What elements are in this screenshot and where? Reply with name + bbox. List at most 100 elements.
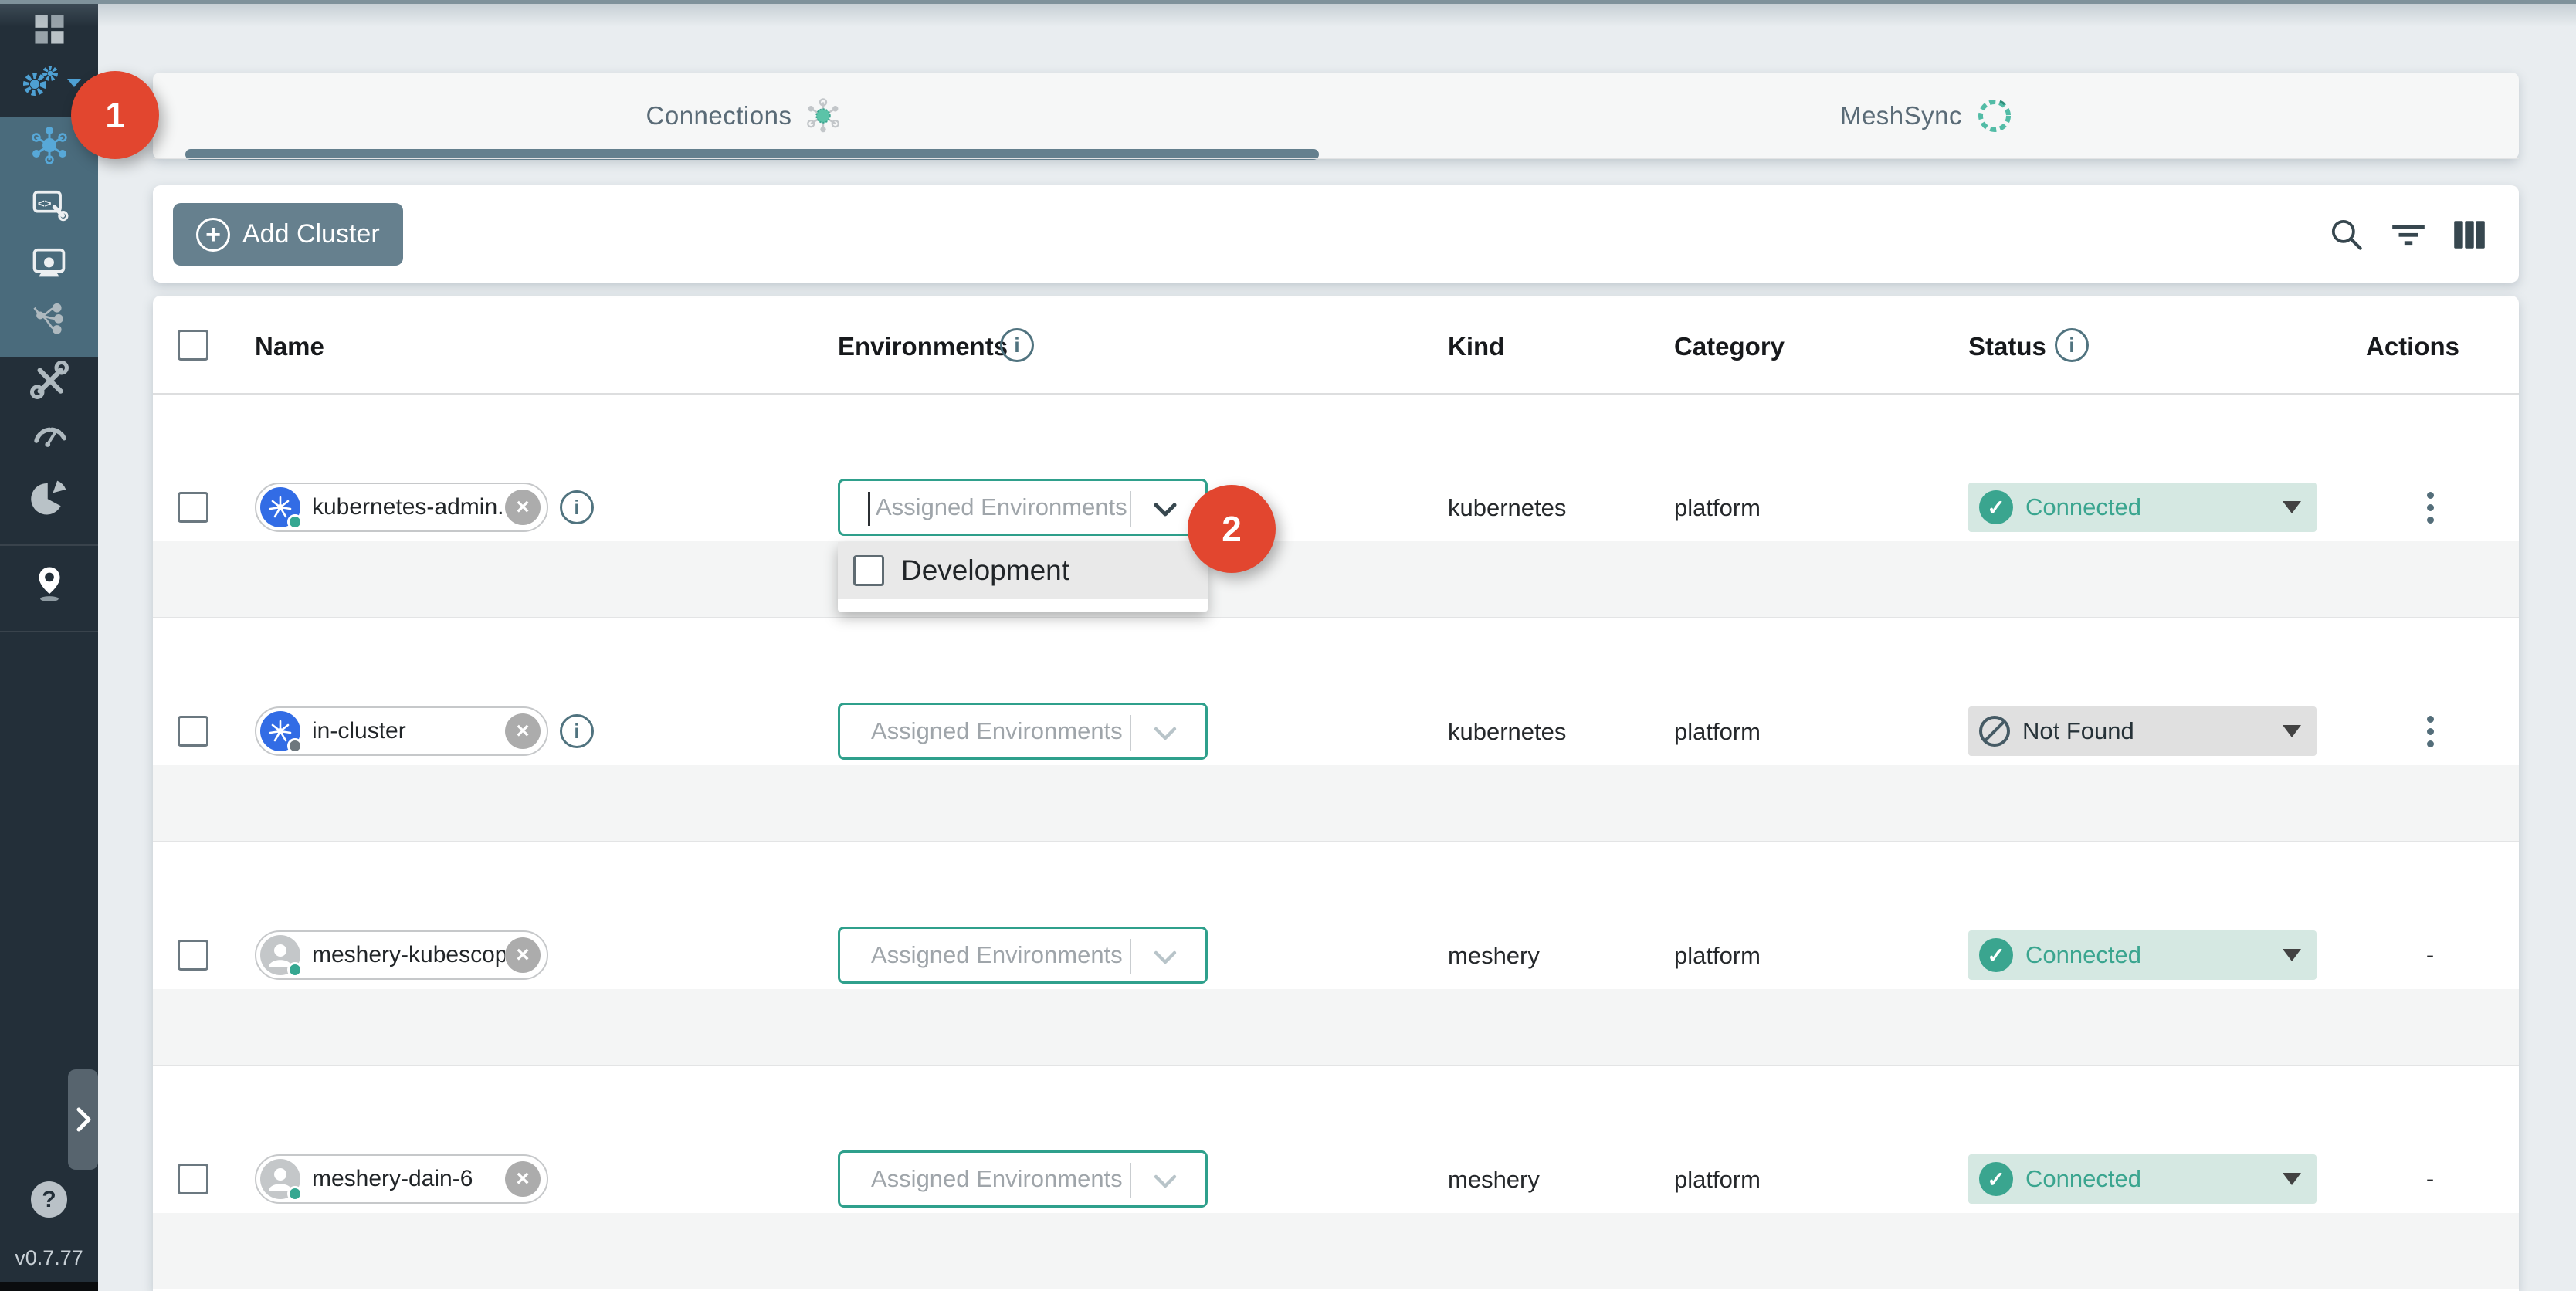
column-header-kind: Kind bbox=[1448, 332, 1504, 361]
chevron-right-icon bbox=[75, 1106, 92, 1133]
row-actions-menu-button[interactable] bbox=[2422, 487, 2439, 528]
select-divider bbox=[1130, 1163, 1131, 1198]
sidebar-item-toolkit[interactable] bbox=[0, 357, 98, 403]
status-dropdown-connected[interactable]: ✓ Connected bbox=[1968, 483, 2317, 532]
kubernetes-logo-icon bbox=[260, 711, 300, 751]
connection-name: in-cluster bbox=[312, 718, 505, 744]
crossed-wrenches-icon bbox=[29, 359, 70, 401]
connection-state-dot bbox=[287, 962, 303, 978]
tab-connections[interactable]: Connections bbox=[153, 73, 1336, 159]
check-circle-icon: ✓ bbox=[1979, 938, 2013, 972]
tab-meshsync[interactable]: MeshSync bbox=[1336, 73, 2519, 159]
triangle-down-icon bbox=[2283, 725, 2301, 737]
user-avatar-icon bbox=[260, 935, 300, 975]
connection-chip[interactable]: meshery-dain-6 × bbox=[255, 1154, 548, 1204]
kind-cell: meshery bbox=[1448, 942, 1540, 970]
pipeline-icon bbox=[29, 300, 69, 341]
speedometer-icon bbox=[29, 415, 70, 453]
select-divider bbox=[1130, 491, 1131, 527]
sidebar-item-extensions[interactable] bbox=[0, 474, 98, 520]
no-actions-dash: - bbox=[2426, 1165, 2434, 1193]
remove-connection-icon[interactable]: × bbox=[505, 937, 541, 973]
table-row: in-cluster × i kubernetes platform Not F… bbox=[153, 620, 2519, 842]
column-header-actions: Actions bbox=[2366, 332, 2459, 361]
remove-connection-icon[interactable]: × bbox=[505, 1161, 541, 1197]
row-expand-strip[interactable] bbox=[153, 1213, 2519, 1289]
connection-name: kubernetes-admin... bbox=[312, 494, 505, 520]
row-checkbox[interactable] bbox=[178, 1164, 208, 1194]
category-cell: platform bbox=[1674, 494, 1761, 522]
environments-dropdown: Development bbox=[838, 542, 1208, 612]
connection-chip[interactable]: meshery-kubescop... × bbox=[255, 930, 548, 980]
environments-select[interactable] bbox=[838, 927, 1208, 984]
option-checkbox[interactable] bbox=[853, 555, 884, 586]
row-expand-strip[interactable] bbox=[153, 765, 2519, 841]
row-expand-strip[interactable] bbox=[153, 541, 2519, 617]
row-actions-menu-button[interactable] bbox=[2422, 711, 2439, 752]
question-mark-icon: ? bbox=[42, 1187, 56, 1213]
status-dropdown-connected[interactable]: ✓ Connected bbox=[1968, 1154, 2317, 1204]
kind-cell: meshery bbox=[1448, 1166, 1540, 1194]
chevron-down-icon[interactable] bbox=[1145, 720, 1185, 747]
tab-bar-baseline bbox=[153, 158, 2519, 159]
column-header-name: Name bbox=[255, 332, 324, 361]
environments-input[interactable] bbox=[871, 705, 1126, 757]
sidebar-item-performance[interactable] bbox=[0, 412, 98, 456]
connection-chip[interactable]: kubernetes-admin... × bbox=[255, 483, 548, 532]
sidebar-item-profiles[interactable] bbox=[0, 241, 98, 286]
environments-select[interactable] bbox=[838, 1150, 1208, 1208]
screen-user-icon bbox=[29, 243, 69, 283]
row-checkbox[interactable] bbox=[178, 716, 208, 747]
sidebar-expand-button[interactable] bbox=[68, 1069, 98, 1170]
remove-connection-icon[interactable]: × bbox=[505, 713, 541, 749]
status-dropdown-notfound[interactable]: Not Found bbox=[1968, 706, 2317, 756]
sidebar-item-location[interactable] bbox=[0, 557, 98, 608]
environments-select[interactable] bbox=[838, 703, 1208, 760]
chevron-down-icon[interactable] bbox=[1145, 496, 1185, 523]
column-header-environments: Environments bbox=[838, 332, 1008, 361]
environments-input[interactable] bbox=[876, 481, 1130, 534]
environment-option-development[interactable]: Development bbox=[838, 542, 1208, 599]
sidebar-item-pipeline[interactable] bbox=[0, 298, 98, 343]
columns-icon bbox=[2450, 215, 2489, 254]
row-checkbox[interactable] bbox=[178, 940, 208, 971]
gears-icon bbox=[18, 63, 63, 103]
annotation-badge-1: 1 bbox=[71, 71, 159, 159]
environments-input[interactable] bbox=[871, 929, 1126, 981]
status-info-icon[interactable]: i bbox=[2055, 328, 2089, 362]
connections-table: Name Environments i Kind Category Status… bbox=[153, 296, 2519, 1291]
environments-info-icon[interactable]: i bbox=[1000, 328, 1034, 362]
view-columns-button[interactable] bbox=[2449, 215, 2490, 255]
chevron-down-icon[interactable] bbox=[1145, 944, 1185, 971]
sidebar-divider bbox=[0, 544, 98, 546]
row-expand-strip[interactable] bbox=[153, 989, 2519, 1065]
select-divider bbox=[1130, 939, 1131, 974]
environments-select[interactable] bbox=[838, 479, 1208, 536]
chevron-down-icon[interactable] bbox=[1145, 1168, 1185, 1194]
help-button[interactable]: ? bbox=[31, 1181, 67, 1218]
category-cell: platform bbox=[1674, 718, 1761, 746]
svg-text:<>: <> bbox=[37, 197, 51, 210]
meshsync-spinner-icon bbox=[1974, 96, 2015, 136]
search-button[interactable] bbox=[2327, 215, 2367, 255]
table-row: kubernetes-admin... × i Development kube bbox=[153, 396, 2519, 618]
environments-input[interactable] bbox=[871, 1153, 1126, 1205]
row-checkbox[interactable] bbox=[178, 492, 208, 523]
check-circle-icon: ✓ bbox=[1979, 1162, 2013, 1196]
table-row: meshery-kubescop... × meshery platform ✓… bbox=[153, 844, 2519, 1066]
block-icon bbox=[1979, 716, 2010, 747]
app-version: v0.7.77 bbox=[0, 1246, 98, 1270]
status-dropdown-connected[interactable]: ✓ Connected bbox=[1968, 930, 2317, 980]
sidebar-item-adapters[interactable]: <> bbox=[0, 182, 98, 227]
code-adapter-icon: <> bbox=[29, 185, 69, 225]
remove-connection-icon[interactable]: × bbox=[505, 490, 541, 525]
add-cluster-button[interactable]: + Add Cluster bbox=[173, 203, 403, 266]
connection-info-icon[interactable]: i bbox=[560, 714, 594, 748]
select-all-checkbox[interactable] bbox=[178, 330, 208, 361]
connection-info-icon[interactable]: i bbox=[560, 490, 594, 524]
add-cluster-label: Add Cluster bbox=[242, 219, 380, 249]
filter-button[interactable] bbox=[2388, 215, 2429, 255]
table-header: Name Environments i Kind Category Status… bbox=[153, 296, 2519, 395]
check-circle-icon: ✓ bbox=[1979, 490, 2013, 524]
connection-chip[interactable]: in-cluster × bbox=[255, 706, 548, 756]
